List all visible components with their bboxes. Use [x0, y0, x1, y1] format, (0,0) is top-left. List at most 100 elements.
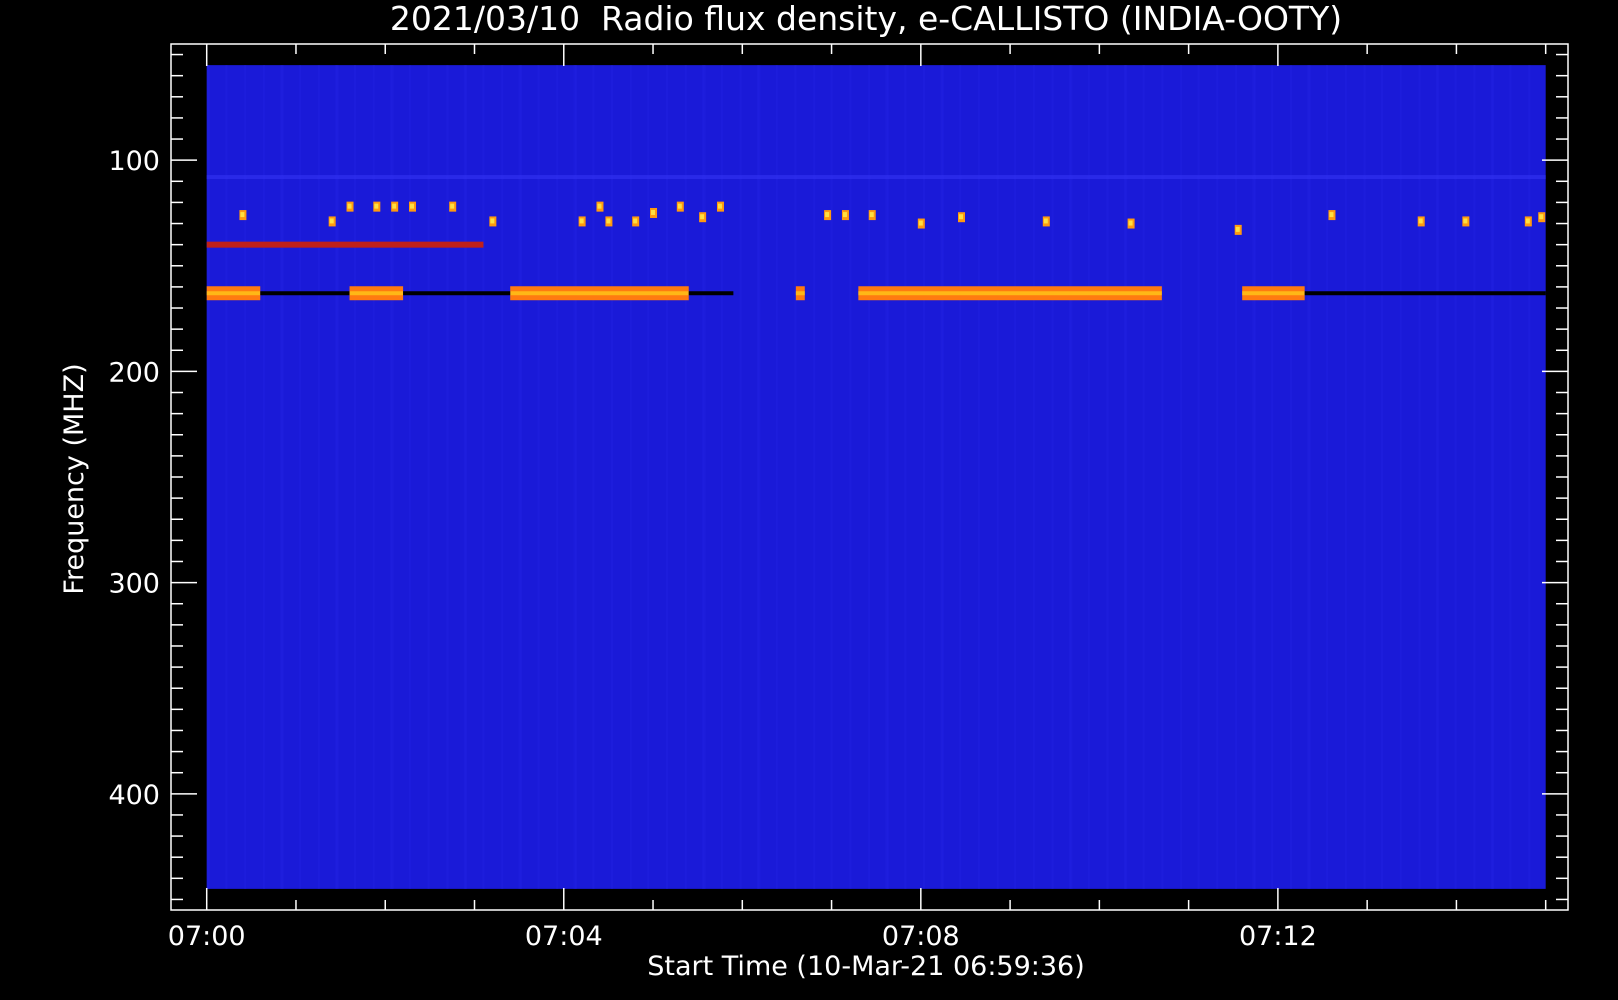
spike-core: [1539, 214, 1544, 220]
texture-stripe: [353, 65, 356, 889]
texture-stripe: [465, 65, 468, 889]
texture-stripe: [556, 65, 559, 889]
texture-stripe: [849, 65, 852, 889]
texture-stripe: [408, 65, 411, 889]
y-tick-label: 200: [108, 357, 160, 388]
texture-stripe: [611, 65, 614, 889]
spike-core: [958, 214, 963, 220]
texture-stripe: [244, 65, 247, 889]
texture-stripe: [1070, 65, 1073, 889]
spike-core: [633, 218, 638, 224]
spike-core: [842, 212, 847, 218]
texture-stripe: [1326, 65, 1329, 889]
texture-stripe: [427, 65, 430, 889]
texture-stripe: [446, 65, 449, 889]
spike-core: [1463, 218, 1468, 224]
texture-stripe: [281, 65, 284, 889]
texture-stripe: [482, 65, 485, 889]
texture-stripe: [1180, 65, 1183, 889]
spike-core: [869, 212, 874, 218]
texture-stripe: [317, 65, 320, 889]
texture-stripe: [1509, 65, 1512, 889]
texture-stripe: [775, 65, 778, 889]
texture-stripe: [665, 65, 668, 889]
emission-line-core: [510, 291, 689, 296]
texture-stripe: [299, 65, 302, 889]
emission-line-dark: [1304, 291, 1546, 296]
spike-core: [392, 203, 397, 209]
spectrogram-chart: 2021/03/10 Radio flux density, e-CALLIST…: [0, 0, 1618, 1000]
texture-stripe: [1014, 65, 1017, 889]
spike-core: [450, 203, 455, 209]
spike-core: [1235, 226, 1240, 232]
texture-stripe: [336, 65, 339, 889]
spike-core: [1128, 220, 1133, 226]
texture-stripe: [1271, 65, 1274, 889]
spike-core: [825, 212, 830, 218]
texture-stripe: [1142, 65, 1145, 889]
emission-line-core: [858, 291, 1162, 296]
x-tick-label: 07:00: [168, 921, 246, 952]
texture-stripe: [739, 65, 742, 889]
chart-title: 2021/03/10 Radio flux density, e-CALLIST…: [390, 0, 1342, 38]
spike-core: [410, 203, 415, 209]
texture-stripe: [372, 65, 375, 889]
spike-core: [347, 203, 352, 209]
emission-line-core: [795, 291, 805, 296]
emission-line-dark: [688, 291, 734, 296]
texture-stripe: [830, 65, 833, 889]
texture-stripe: [941, 65, 944, 889]
spike-core: [1329, 212, 1334, 218]
texture-stripe: [574, 65, 577, 889]
texture-stripe: [813, 65, 816, 889]
texture-stripe: [208, 65, 211, 889]
texture-stripe: [501, 65, 504, 889]
texture-stripe: [904, 65, 907, 889]
spike-core: [597, 203, 602, 209]
texture-stripe: [996, 65, 999, 889]
texture-stripe: [225, 65, 228, 889]
texture-stripe: [262, 65, 265, 889]
texture-stripe: [684, 65, 687, 889]
y-axis-label: Frequency (MHZ): [59, 363, 90, 594]
emission-line-core: [206, 291, 261, 296]
x-tick-label: 07:08: [882, 921, 960, 952]
texture-stripe: [1380, 65, 1383, 889]
texture-stripe: [720, 65, 723, 889]
texture-stripe: [1161, 65, 1164, 889]
texture-stripe: [647, 65, 650, 889]
texture-stripe: [1216, 65, 1219, 889]
texture-stripe: [592, 65, 595, 889]
texture-stripe: [1344, 65, 1347, 889]
texture-stripe: [758, 65, 761, 889]
texture-stripe: [886, 65, 889, 889]
y-tick-label: 100: [108, 146, 160, 177]
texture-stripe: [1418, 65, 1421, 889]
x-axis-label: Start Time (10-Mar-21 06:59:36): [647, 951, 1085, 982]
texture-stripe: [1032, 65, 1035, 889]
texture-stripe: [1492, 65, 1495, 889]
texture-stripe: [537, 65, 540, 889]
spike-core: [651, 209, 656, 215]
texture-stripe: [520, 65, 523, 889]
texture-stripe: [794, 65, 797, 889]
spectrogram-image: [206, 65, 1546, 889]
texture-stripe: [629, 65, 632, 889]
texture-stripe: [1363, 65, 1366, 889]
emission-line-band: [206, 241, 484, 248]
texture-stripe: [391, 65, 394, 889]
emission-line-dark: [260, 291, 350, 296]
spike-core: [918, 220, 923, 226]
spike-core: [490, 218, 495, 224]
x-tick-label: 07:12: [1239, 921, 1317, 952]
texture-stripe: [703, 65, 706, 889]
spike-core: [677, 203, 682, 209]
x-tick-label: 07:04: [525, 921, 603, 952]
spike-core: [1043, 218, 1048, 224]
texture-stripe: [1308, 65, 1311, 889]
y-tick-label: 400: [108, 780, 160, 811]
spike-core: [1418, 218, 1423, 224]
texture-stripe: [1106, 65, 1109, 889]
texture-stripe: [959, 65, 962, 889]
emission-line-core: [349, 291, 404, 296]
